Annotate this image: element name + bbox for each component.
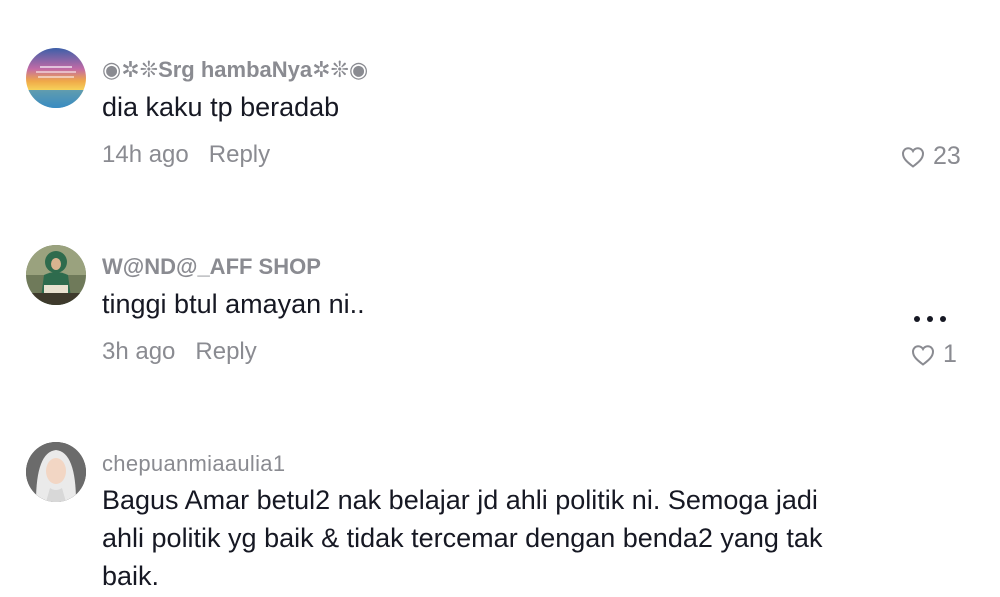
comment-text: Bagus Amar betul2 nak belajar jd ahli po… [102, 485, 823, 591]
comment-item: chepuanmiaaulia1 Bagus Amar betul2 nak b… [0, 0, 1000, 597]
comment-list: ◉✲❊Srg hambaNya✲❊◉ dia kaku tp beradab 1… [0, 0, 1000, 597]
comment-username[interactable]: chepuanmiaaulia1 [102, 451, 285, 477]
avatar[interactable] [26, 442, 86, 502]
